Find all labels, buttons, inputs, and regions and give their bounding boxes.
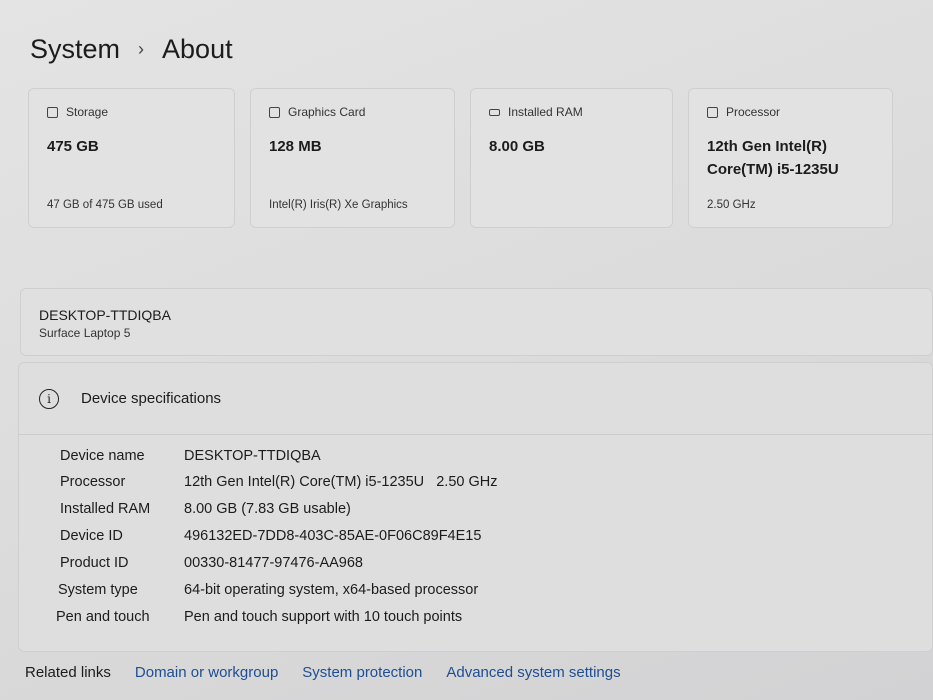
spec-row: Device name DESKTOP-TTDIQBA <box>60 448 321 464</box>
breadcrumb: System › About <box>30 34 233 65</box>
device-model: Surface Laptop 5 <box>39 326 131 340</box>
card-label: Processor <box>726 105 781 119</box>
spec-key: Pen and touch <box>56 609 150 625</box>
chevron-right-icon: › <box>138 39 145 59</box>
processor-card[interactable]: Processor 12th Gen Intel(R) Core(TM) i5-… <box>688 88 893 228</box>
domain-workgroup-link[interactable]: Domain or workgroup <box>135 664 278 681</box>
ram-card[interactable]: Installed RAM 8.00 GB <box>470 88 673 228</box>
card-sub: Intel(R) Iris(R) Xe Graphics <box>269 199 408 211</box>
spec-key: System type <box>58 582 138 598</box>
spec-row: Product ID 00330-81477-97476-AA968 <box>60 555 363 571</box>
card-value: 12th Gen Intel(R) Core(TM) i5-1235U <box>707 138 839 178</box>
spec-value: DESKTOP-TTDIQBA <box>184 448 321 464</box>
spec-row: System type 64-bit operating system, x64-… <box>58 582 478 598</box>
card-label: Storage <box>66 105 109 119</box>
spec-value: 8.00 GB (7.83 GB usable) <box>184 501 351 517</box>
card-value: 475 GB <box>47 138 99 155</box>
specs-header[interactable]: i Device specifications <box>19 363 932 435</box>
monitor-icon <box>269 106 280 118</box>
spec-value: Pen and touch support with 10 touch poin… <box>184 609 463 625</box>
storage-icon <box>47 106 58 118</box>
spec-row: Device ID 496132ED-7DD8-403C-85AE-0F06C89… <box>60 528 481 544</box>
breadcrumb-parent[interactable]: System <box>30 34 120 65</box>
storage-card[interactable]: Storage 475 GB 47 GB of 475 GB used <box>28 88 235 228</box>
spec-key: Device ID <box>60 528 123 544</box>
related-links: Related links Domain or workgroup System… <box>25 664 621 681</box>
graphics-card[interactable]: Graphics Card 128 MB Intel(R) Iris(R) Xe… <box>250 88 455 228</box>
info-icon: i <box>39 388 59 409</box>
device-name-panel: DESKTOP-TTDIQBA Surface Laptop 5 <box>20 288 933 356</box>
page-title: About <box>162 34 233 64</box>
spec-value: 64-bit operating system, x64-based proce… <box>184 582 479 598</box>
specs-title: Device specifications <box>81 390 222 407</box>
card-value: 128 MB <box>269 138 322 155</box>
device-name: DESKTOP-TTDIQBA <box>39 307 171 323</box>
card-sub: 2.50 GHz <box>707 199 756 211</box>
card-label: Graphics Card <box>288 105 366 119</box>
card-sub: 47 GB of 475 GB used <box>47 199 163 211</box>
spec-row: Processor 12th Gen Intel(R) Core(TM) i5-1… <box>60 474 497 490</box>
spec-row: Pen and touch Pen and touch support with … <box>56 609 462 625</box>
processor-icon <box>707 106 718 118</box>
spec-row: Installed RAM 8.00 GB (7.83 GB usable) <box>60 501 351 517</box>
spec-key: Product ID <box>60 555 129 571</box>
spec-value: 496132ED-7DD8-403C-85AE-0F06C89F4E15 <box>184 528 482 544</box>
ram-icon <box>489 108 500 116</box>
system-protection-link[interactable]: System protection <box>302 664 422 681</box>
spec-value: 12th Gen Intel(R) Core(TM) i5-1235U 2.50… <box>184 474 498 490</box>
card-label: Installed RAM <box>508 105 583 119</box>
spec-key: Installed RAM <box>60 501 151 517</box>
spec-key: Device name <box>60 448 145 464</box>
related-links-label: Related links <box>25 664 111 681</box>
card-value: 8.00 GB <box>489 138 545 155</box>
spec-key: Processor <box>60 474 126 490</box>
spec-value: 00330-81477-97476-AA968 <box>184 555 363 571</box>
advanced-system-settings-link[interactable]: Advanced system settings <box>446 664 620 681</box>
